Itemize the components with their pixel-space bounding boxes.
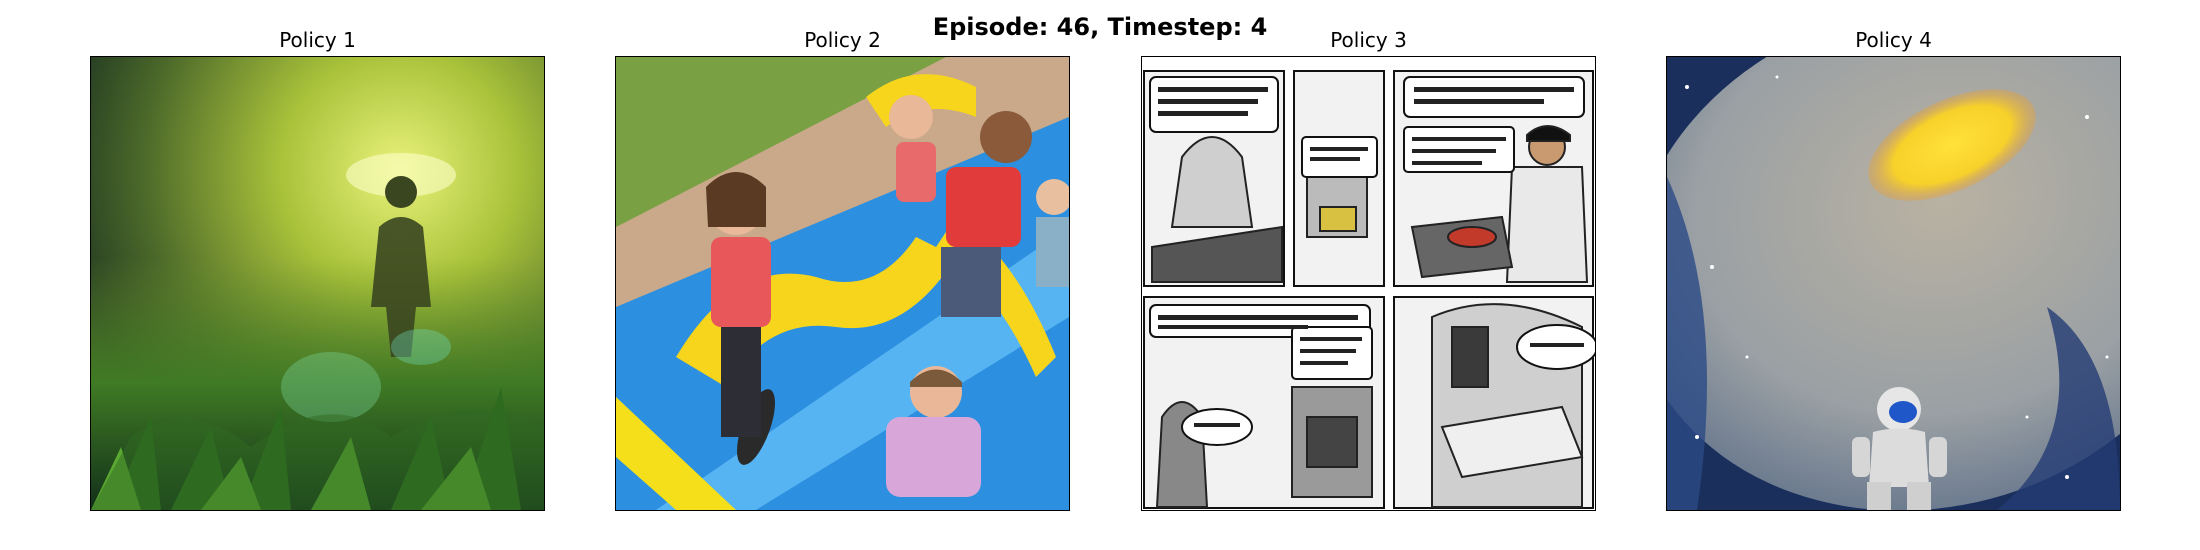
policy-panel-3: Policy 3 (1141, 0, 1596, 550)
panel-image-3 (1141, 56, 1596, 511)
children-bouncy-slide-image (616, 57, 1069, 510)
policy-panel-2: Policy 2 (615, 0, 1070, 550)
policy-panel-1: Policy 1 (90, 0, 545, 550)
panel-image-1 (90, 56, 545, 511)
panel-title-3: Policy 3 (1330, 28, 1407, 52)
panel-title-2: Policy 2 (804, 28, 881, 52)
panel-image-2 (615, 56, 1070, 511)
policy-panel-4: Policy 4 (1666, 0, 2121, 550)
comic-page-image (1142, 57, 1595, 510)
astronaut-galaxy-image (1667, 57, 2120, 510)
panel-image-4 (1666, 56, 2121, 511)
green-foggy-figure-image (91, 57, 544, 510)
panel-title-1: Policy 1 (279, 28, 356, 52)
panel-title-4: Policy 4 (1855, 28, 1932, 52)
